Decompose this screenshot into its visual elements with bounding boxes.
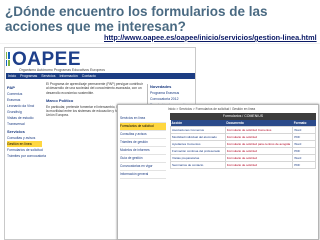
intro-paragraph: El Programa de aprendizaje permanente (P… xyxy=(46,82,143,95)
left-sidebar: PAP Comenius Erasmus Leonardo da Vinci Grun… xyxy=(7,83,46,159)
document-link[interactable]: Formulario de solicitud xyxy=(224,161,294,169)
accion-cell: Seminarios de contacto xyxy=(170,161,226,169)
table-row: Visitas preparatorias Formulario de solic… xyxy=(170,154,316,162)
document-link[interactable]: Formulario de solicitud xyxy=(224,154,294,162)
document-link[interactable]: Formulario de solicitud para centros de … xyxy=(224,140,294,148)
format-cell[interactable]: Word xyxy=(292,154,316,162)
accion-cell: Asociaciones Comenius xyxy=(170,126,226,134)
nav-item[interactable]: Información xyxy=(60,74,78,78)
tramites-menu-item[interactable]: Información general xyxy=(120,171,166,179)
format-cell[interactable]: PDF xyxy=(292,147,316,155)
accion-cell: Ayudantes Comenius xyxy=(170,140,226,148)
logo-text: OAPEE xyxy=(11,48,81,70)
tramites-menu-item[interactable]: Consultas y avisos xyxy=(120,131,166,139)
table-row: Formación continua del profesorado Formul… xyxy=(170,147,316,155)
breadcrumb: Inicio > Servicios > Formularios de soli… xyxy=(168,107,256,111)
tramites-page-screenshot: Inicio > Servicios > Formularios de soli… xyxy=(117,104,319,240)
forms-table: Acción Documento Formato Asociaciones Co… xyxy=(170,120,316,169)
tramites-bar-title: Formularios / COMENIUS xyxy=(170,113,316,120)
tramites-main: Formularios / COMENIUS Acción Documento … xyxy=(170,113,316,169)
accion-cell: Visitas preparatorias xyxy=(170,154,226,162)
accion-cell: Movilidad individual del alumnado xyxy=(170,133,226,141)
services-heading: Servicios xyxy=(7,129,25,134)
format-cell[interactable]: Word xyxy=(292,126,316,134)
sidebar-heading: PAP xyxy=(7,85,15,90)
table-row: Movilidad individual del alumnado Formula… xyxy=(170,133,316,141)
logo-subtitle: Organismo Autónomo Programas Educativos … xyxy=(19,68,105,72)
tramites-menu-item[interactable]: Modelos de informes xyxy=(120,147,166,155)
nav-item[interactable]: Inicio xyxy=(8,74,16,78)
nav-item[interactable]: Programas xyxy=(20,74,37,78)
tramites-sidebar: Servicios en línea Formularios de solicit… xyxy=(120,115,166,179)
novedades-heading: Novedades xyxy=(150,84,172,89)
tramites-menu-item[interactable]: Formularios de solicitud xyxy=(120,123,166,131)
tramites-menu-item[interactable]: Guía de gestión xyxy=(120,155,166,163)
nav-item[interactable]: Contacto xyxy=(82,74,96,78)
top-nav: Inicio Programas Servicios Información Conta… xyxy=(6,73,195,79)
logo-mark-icon xyxy=(6,52,10,66)
table-row: Seminarios de contacto Formulario de soli… xyxy=(170,161,316,169)
format-cell[interactable]: PDF xyxy=(292,161,316,169)
divider xyxy=(0,43,320,44)
format-cell[interactable]: PDF xyxy=(292,133,316,141)
tramites-menu-item[interactable]: Servicios en línea xyxy=(120,115,166,123)
table-row: Ayudantes Comenius Formulario de solicitu… xyxy=(170,140,316,148)
marco-politico-heading: Marco Político xyxy=(46,97,74,103)
table-row: Asociaciones Comenius Formulario de solic… xyxy=(170,126,316,134)
oapee-logo: OAPEE xyxy=(6,49,81,69)
tramites-menu-item[interactable]: Convocatorias en vigor xyxy=(120,163,166,171)
sidebar-item[interactable]: Transversal xyxy=(7,121,42,127)
oapee-url-link[interactable]: http://www.oapee.es/oapee/inicio/servici… xyxy=(104,33,317,42)
services-item[interactable]: Trámites por convocatoria xyxy=(7,153,46,159)
tramites-menu-item[interactable]: Trámites de gestión xyxy=(120,139,166,147)
slide-title: ¿Dónde encuentro los formularios de las … xyxy=(5,4,268,34)
format-cell[interactable]: Word xyxy=(292,140,316,148)
nav-item[interactable]: Servicios xyxy=(41,74,55,78)
document-link[interactable]: Formulario de solicitud Comenius xyxy=(224,126,294,134)
document-link[interactable]: Formulario de solicitud xyxy=(224,133,294,141)
accion-cell: Formación continua del profesorado xyxy=(170,147,226,155)
document-link[interactable]: Formulario de solicitud xyxy=(224,147,294,155)
